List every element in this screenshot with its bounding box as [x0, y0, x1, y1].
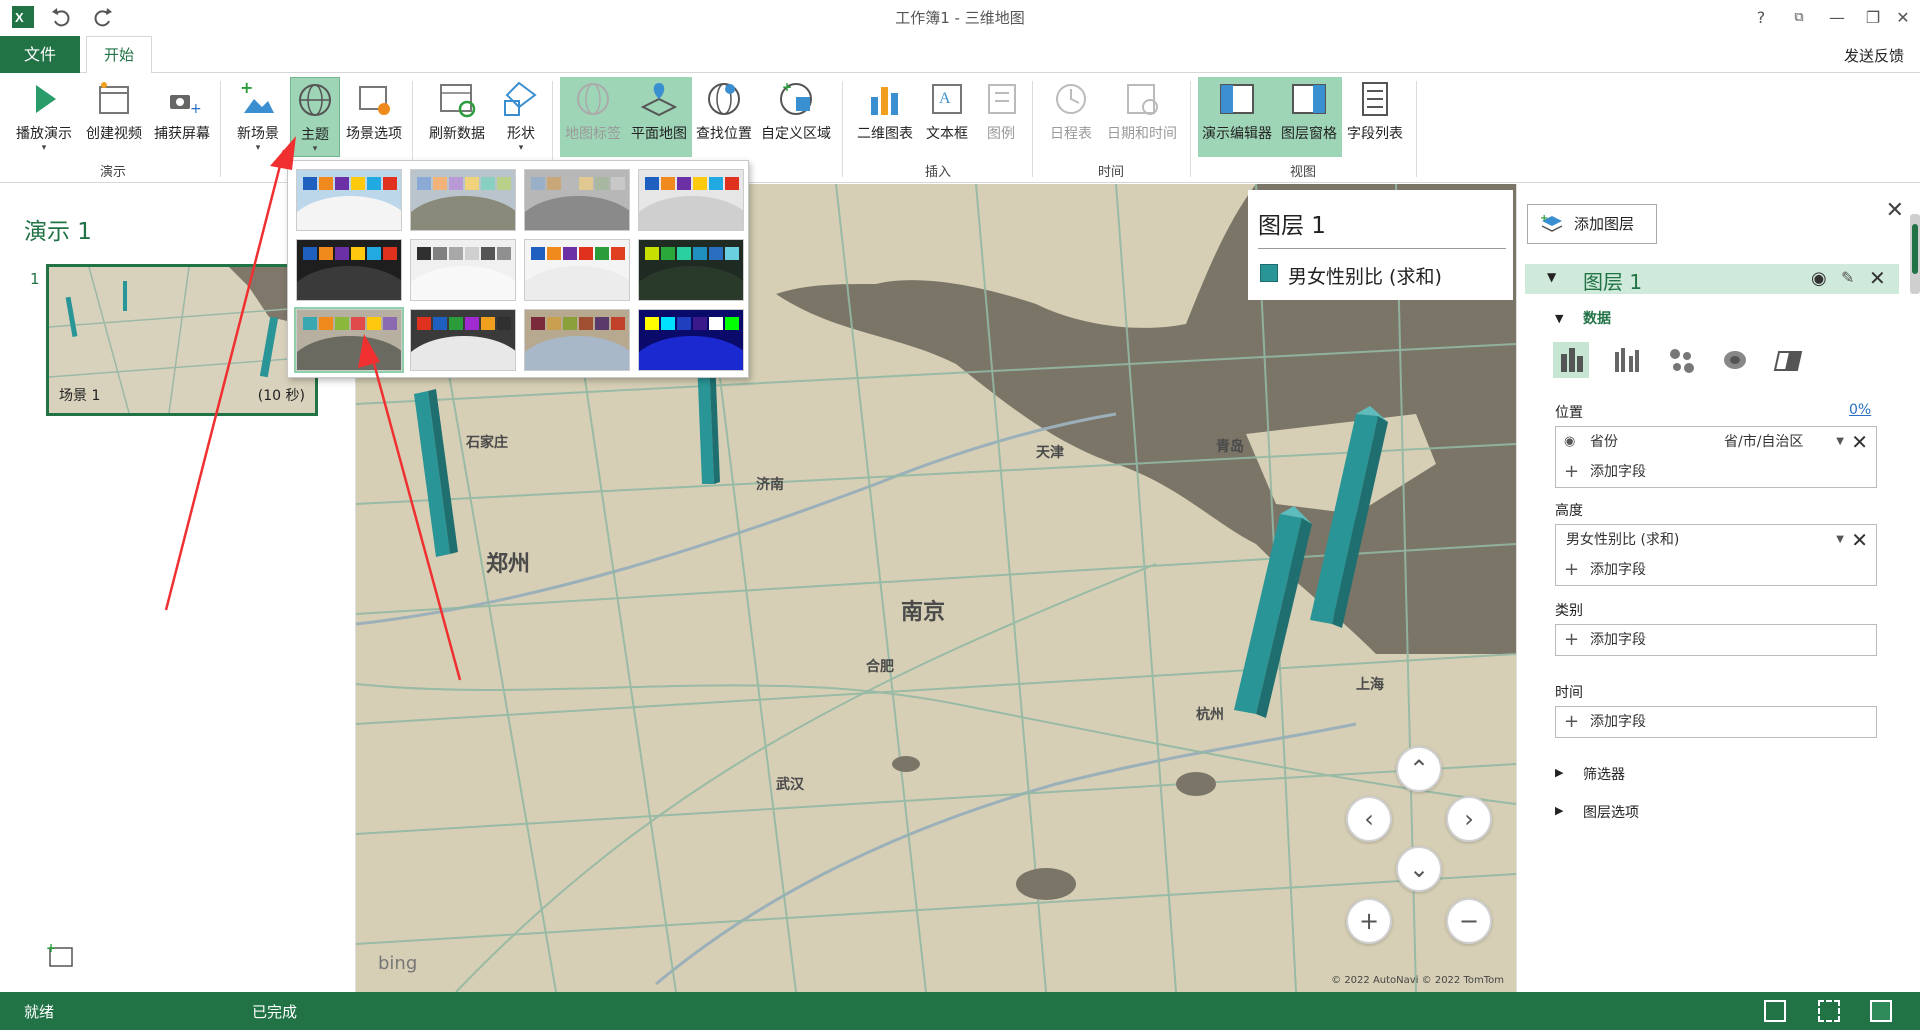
- height-field-row[interactable]: 男女性别比 (求和) ▼ ✕: [1556, 525, 1876, 555]
- plus-icon: +: [1564, 559, 1580, 580]
- radio-icon[interactable]: ◉: [1564, 427, 1575, 457]
- location-field-box: ◉ 省份 省/市/自治区 ▼ ✕ + 添加字段: [1555, 426, 1877, 488]
- chevron-down-icon[interactable]: ▼: [1836, 427, 1844, 457]
- status-bar: 就绪 已完成: [0, 992, 1920, 1030]
- collapse-triangle-icon[interactable]: ▼: [1547, 270, 1556, 284]
- add-location-field[interactable]: + 添加字段: [1556, 457, 1876, 487]
- filters-section[interactable]: 筛选器: [1583, 764, 1625, 784]
- fit-view-icon[interactable]: [1818, 1000, 1840, 1022]
- layer-options-section[interactable]: 图层选项: [1583, 802, 1639, 822]
- height-field-box: 男女性别比 (求和) ▼ ✕ + 添加字段: [1555, 524, 1877, 586]
- chevron-down-icon[interactable]: ▼: [1836, 525, 1844, 555]
- location-match-percent[interactable]: 0%: [1849, 402, 1871, 418]
- heat-map-icon[interactable]: [1717, 342, 1753, 378]
- status-done: 已完成: [252, 1003, 298, 1021]
- add-layer-button[interactable]: + 添加图层: [1527, 204, 1657, 244]
- layer-pane: ✕ + 添加图层 ▼ 图层 1 ◉ ✎ ✕ ▼ 数据 位置 0% ◉ 省份 省/…: [1516, 184, 1920, 992]
- expand-triangle-icon[interactable]: ▶: [1555, 766, 1563, 779]
- data-section-title[interactable]: 数据: [1583, 308, 1611, 328]
- add-layer-icon: +: [1540, 213, 1563, 232]
- remove-field-icon[interactable]: ✕: [1851, 427, 1868, 457]
- plus-icon: +: [1564, 461, 1580, 482]
- plus-icon: +: [1564, 711, 1580, 732]
- pane-scrollbar-thumb[interactable]: [1912, 224, 1918, 274]
- pencil-icon[interactable]: ✎: [1841, 268, 1854, 287]
- location-type-select[interactable]: 省/市/自治区: [1724, 427, 1803, 457]
- expand-triangle-icon[interactable]: ▶: [1555, 804, 1563, 817]
- svg-text:+: +: [1540, 213, 1548, 224]
- app-window: X 工作簿1 - 三维地图 ? ⧉ — ❐ ✕ 文件 开始 发送反馈 播放演示 …: [0, 0, 1920, 1030]
- plus-icon: +: [1564, 629, 1580, 650]
- time-field-box: + 添加字段: [1555, 706, 1877, 738]
- add-height-field[interactable]: + 添加字段: [1556, 555, 1876, 585]
- screen-view-icon[interactable]: [1764, 1000, 1786, 1022]
- add-category-field[interactable]: + 添加字段: [1556, 625, 1876, 655]
- eye-icon[interactable]: ◉: [1811, 268, 1827, 289]
- region-icon[interactable]: [1771, 342, 1807, 378]
- bubble-icon[interactable]: [1663, 342, 1699, 378]
- remove-field-icon[interactable]: ✕: [1851, 525, 1868, 555]
- collapse-triangle-icon[interactable]: ▼: [1555, 312, 1563, 325]
- stacked-column-icon[interactable]: [1553, 342, 1589, 378]
- delete-layer-icon[interactable]: ✕: [1869, 266, 1886, 290]
- layer-header[interactable]: ▼ 图层 1 ◉ ✎ ✕: [1525, 264, 1899, 294]
- location-field-row[interactable]: ◉ 省份 省/市/自治区 ▼ ✕: [1556, 427, 1876, 457]
- height-label: 高度: [1555, 503, 1583, 519]
- add-time-field[interactable]: + 添加字段: [1556, 707, 1876, 737]
- layer-title[interactable]: 图层 1: [1583, 266, 1642, 295]
- close-pane-icon[interactable]: ✕: [1886, 198, 1904, 223]
- time-label: 时间: [1555, 685, 1583, 701]
- status-ready: 就绪: [24, 1003, 55, 1021]
- location-label: 位置: [1555, 405, 1583, 421]
- category-label: 类别: [1555, 603, 1583, 619]
- category-field-box: + 添加字段: [1555, 624, 1877, 656]
- fullscreen-icon[interactable]: [1870, 1000, 1892, 1022]
- clustered-column-icon[interactable]: [1609, 342, 1645, 378]
